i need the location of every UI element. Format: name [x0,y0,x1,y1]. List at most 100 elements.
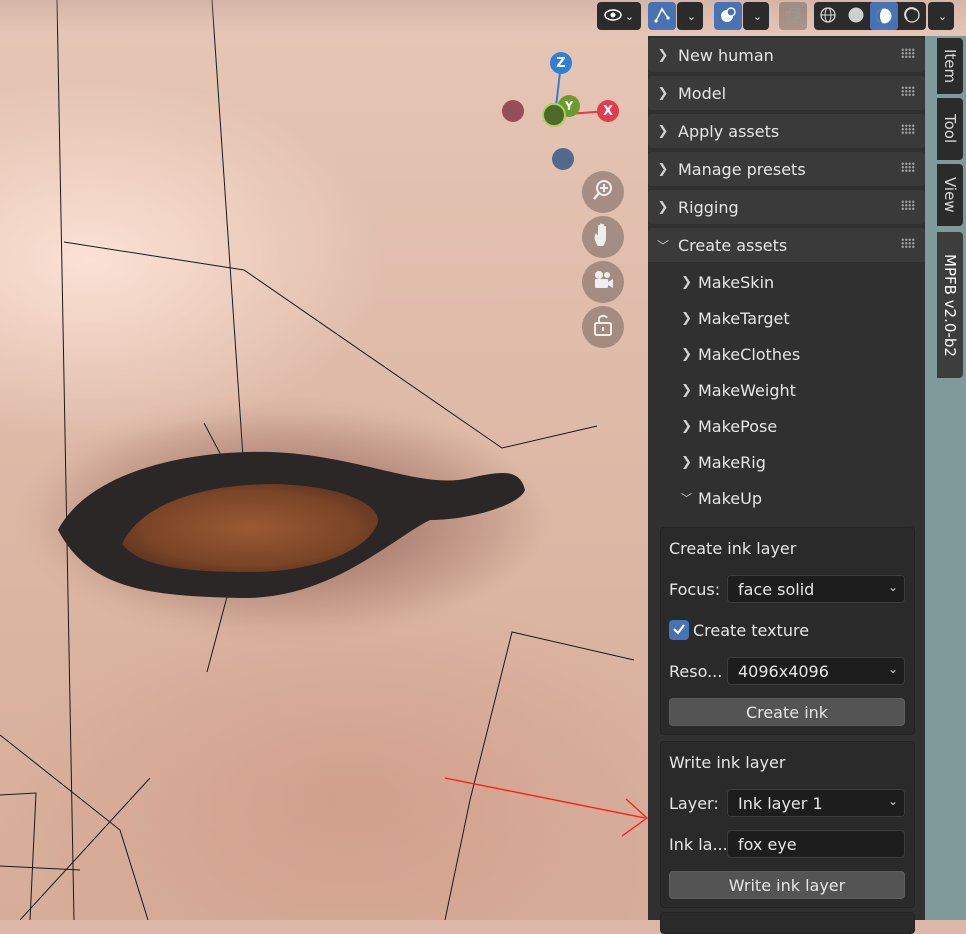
panel-apply-assets[interactable]: ❯ Apply assets [648,114,925,148]
chevron-down-icon: ⌄ [887,662,898,676]
focus-label: Focus: [669,580,721,599]
tab-tool[interactable]: Tool [937,98,963,160]
neg-y-axis-ball[interactable] [542,103,566,127]
chevron-down-icon: ⌄ [686,9,697,23]
chevron-right-icon: ❯ [681,382,692,398]
x-axis-ball[interactable]: X [597,100,619,122]
overlays-toggle-button[interactable] [714,2,742,30]
subpanel-label: MakePose [698,416,778,436]
ink-layer-name-input[interactable]: fox eye [727,830,905,858]
chevron-right-icon: ❯ [657,47,669,63]
gizmo-toggle-button[interactable] [648,2,676,30]
wireframe-shading-icon[interactable] [814,6,842,27]
subpanel-label: MakeUp [698,488,763,508]
unlock-icon [592,313,614,341]
tab-item[interactable]: Item [937,38,963,94]
box-title: Create ink layer [669,539,797,558]
material-preview-shading-icon[interactable] [870,2,898,30]
chevron-right-icon: ❯ [657,199,669,215]
xray-icon [785,7,801,26]
gizmo-icon [653,6,671,27]
subpanel-makerig[interactable]: ❯ MakeRig [648,444,925,480]
tab-label: Item [941,48,959,84]
shading-mode-group [814,2,926,30]
chevron-down-icon: ﹀ [681,492,692,505]
resolution-dropdown[interactable]: 4096x4096 ⌄ [727,657,905,685]
chevron-down-icon: ⌄ [624,9,635,23]
subpanel-makeskin[interactable]: ❯ MakeSkin [648,264,925,300]
ink-layer-name-label: Ink la... [669,835,728,854]
visibility-dropdown[interactable]: ⌄ [597,2,641,30]
chevron-down-icon: ⌄ [937,9,948,23]
tab-mpfb[interactable]: MPFB v2.0-b2 [937,232,963,378]
box-title: Write ink layer [669,753,786,772]
panel-create-assets[interactable]: ﹀ Create assets [648,228,925,262]
chevron-right-icon: ❯ [681,454,692,470]
gizmo-dropdown[interactable]: ⌄ [677,2,703,30]
z-axis-ball[interactable]: Z [550,52,572,74]
subpanel-label: MakeTarget [698,308,790,328]
chevron-down-icon: ⌄ [752,9,763,23]
lock-view-button[interactable] [582,306,624,348]
subpanel-makeweight[interactable]: ❯ MakeWeight [648,372,925,408]
neg-z-axis-ball[interactable] [552,148,574,170]
chevron-down-icon: ⌄ [887,580,898,594]
chevron-right-icon: ❯ [657,85,669,101]
chevron-right-icon: ❯ [681,418,692,434]
drag-handle-icon[interactable] [901,48,915,58]
subpanel-label: MakeClothes [698,344,801,364]
panel-label: Apply assets [678,121,780,141]
panel-label: Model [678,83,727,103]
rendered-shading-icon[interactable] [898,6,926,27]
create-texture-checkbox[interactable] [669,620,689,640]
neg-x-axis-ball[interactable] [502,100,524,122]
tab-label: Tool [941,114,959,144]
panel-label: Create assets [678,235,788,255]
chevron-right-icon: ❯ [681,346,692,362]
sidebar-tabs: Item Tool View MPFB v2.0-b2 [925,36,966,920]
drag-handle-icon[interactable] [901,86,915,96]
create-ink-layer-box: Create ink layer Focus: face solid ⌄ Cre… [660,527,915,735]
chevron-down-icon: ﹀ [656,238,669,253]
next-box-edge [660,912,915,934]
pan-button[interactable] [582,216,624,258]
sidebar-panel: ❯ New human ❯ Model ❯ Apply assets ❯ Man… [648,36,925,934]
layer-dropdown[interactable]: Ink layer 1 ⌄ [727,789,905,817]
drag-handle-icon[interactable] [901,124,915,134]
subpanel-label: MakeRig [698,452,766,472]
resolution-label: Reso... [669,662,723,681]
subpanel-makepose[interactable]: ❯ MakePose [648,408,925,444]
drag-handle-icon[interactable] [901,162,915,172]
panel-manage-presets[interactable]: ❯ Manage presets [648,152,925,186]
viewport-header: ⌄ ⌄ ⌄ ⌄ [0,0,966,34]
camera-view-button[interactable] [582,261,624,303]
subpanel-maketarget[interactable]: ❯ MakeTarget [648,300,925,336]
chevron-right-icon: ❯ [681,274,692,290]
xray-toggle-button[interactable] [779,2,807,30]
overlays-icon [719,6,737,27]
panel-rigging[interactable]: ❯ Rigging [648,190,925,224]
panel-new-human[interactable]: ❯ New human [648,38,925,72]
drag-handle-icon[interactable] [901,238,915,248]
annotation-arrow [444,777,649,837]
panel-model[interactable]: ❯ Model [648,76,925,110]
eye-icon [604,8,622,25]
subpanel-label: MakeWeight [698,380,796,400]
layer-value: Ink layer 1 [738,793,823,813]
shading-dropdown[interactable]: ⌄ [928,2,954,30]
tab-view[interactable]: View [937,164,963,226]
create-ink-button[interactable]: Create ink [669,698,905,726]
focus-dropdown[interactable]: face solid ⌄ [727,575,905,603]
checkmark-icon [672,621,686,640]
subpanel-makeclothes[interactable]: ❯ MakeClothes [648,336,925,372]
panel-label: Manage presets [678,159,806,179]
drag-handle-icon[interactable] [901,200,915,210]
zoom-button[interactable] [582,171,624,213]
tab-label: View [941,177,959,213]
panel-label: New human [678,45,774,65]
chevron-right-icon: ❯ [657,161,669,177]
solid-shading-icon[interactable] [842,6,870,27]
write-ink-layer-button[interactable]: Write ink layer [669,871,905,899]
subpanel-makeup[interactable]: ﹀ MakeUp [648,480,925,516]
overlays-dropdown[interactable]: ⌄ [743,2,769,30]
